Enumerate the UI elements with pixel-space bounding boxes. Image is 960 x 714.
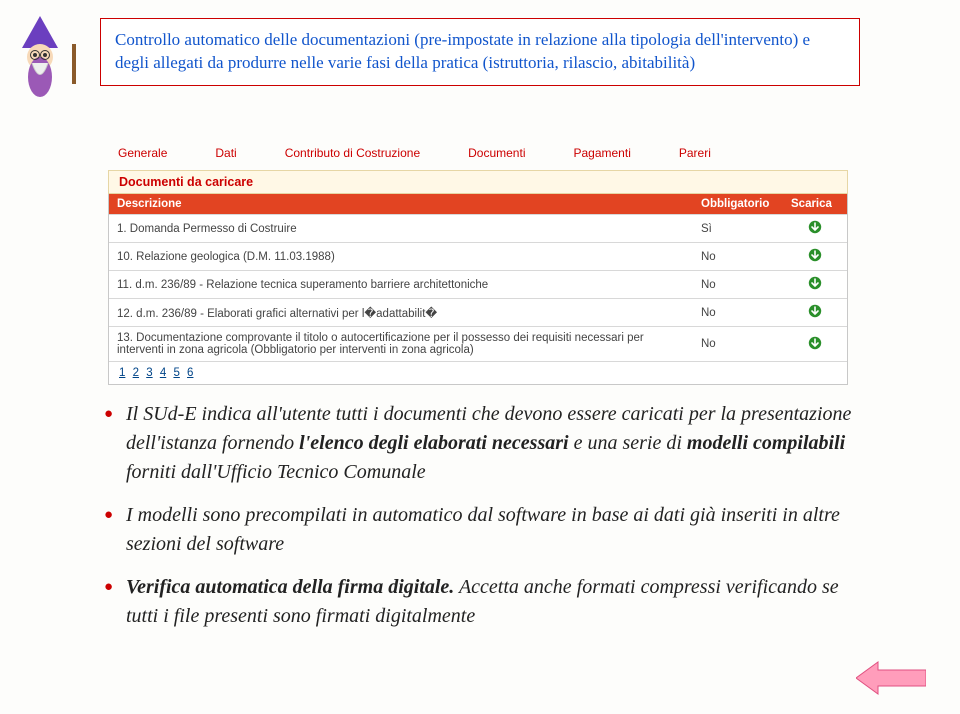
col-obbligatorio: Obbligatorio [693, 194, 783, 215]
table-row: 10. Relazione geologica (D.M. 11.03.1988… [109, 243, 847, 271]
tab-generale[interactable]: Generale [118, 146, 167, 160]
bullet-1-bold-d: modelli compilabili [687, 432, 845, 454]
bullet-1-bold-b: l'elenco degli elaborati necessari [299, 432, 568, 454]
cell-scarica[interactable] [783, 271, 847, 299]
bullet-3: Verifica automatica della firma digitale… [100, 573, 860, 631]
cell-scarica[interactable] [783, 327, 847, 362]
cell-obbligatorio: No [693, 271, 783, 299]
section-title: Documenti da caricare [108, 170, 848, 194]
page-2[interactable]: 2 [133, 367, 139, 379]
cell-obbligatorio: Sì [693, 215, 783, 243]
table-row: 11. d.m. 236/89 - Relazione tecnica supe… [109, 271, 847, 299]
tab-pareri[interactable]: Pareri [679, 146, 711, 160]
tab-contributo[interactable]: Contributo di Costruzione [285, 146, 420, 160]
bullet-1: Il SUd-E indica all'utente tutti i docum… [100, 400, 860, 487]
cell-obbligatorio: No [693, 327, 783, 362]
page-3[interactable]: 3 [146, 367, 152, 379]
download-icon[interactable] [808, 304, 822, 318]
cell-scarica[interactable] [783, 243, 847, 271]
back-arrow-icon[interactable] [856, 660, 926, 696]
page-1[interactable]: 1 [119, 367, 125, 379]
callout-text: Controllo automatico delle documentazion… [115, 29, 845, 75]
page-5[interactable]: 5 [173, 367, 179, 379]
cell-scarica[interactable] [783, 299, 847, 327]
download-icon[interactable] [808, 276, 822, 290]
cell-descrizione: 12. d.m. 236/89 - Elaborati grafici alte… [109, 299, 693, 327]
tab-documenti[interactable]: Documenti [468, 146, 525, 160]
cell-descrizione: 1. Domanda Permesso di Costruire [109, 215, 693, 243]
bullet-1-part-e: forniti dall'Ufficio Tecnico Comunale [126, 461, 426, 483]
cell-obbligatorio: No [693, 243, 783, 271]
col-scarica: Scarica [783, 194, 847, 215]
table-row: 13. Documentazione comprovante il titolo… [109, 327, 847, 362]
tab-dati[interactable]: Dati [215, 146, 236, 160]
table-row: 12. d.m. 236/89 - Elaborati grafici alte… [109, 299, 847, 327]
tab-row: Generale Dati Contributo di Costruzione … [108, 138, 848, 170]
docs-table-wrap: Descrizione Obbligatorio Scarica 1. Doma… [108, 194, 848, 385]
body-text: Il SUd-E indica all'utente tutti i docum… [100, 400, 860, 645]
cell-scarica[interactable] [783, 215, 847, 243]
col-descrizione: Descrizione [109, 194, 693, 215]
cell-obbligatorio: No [693, 299, 783, 327]
docs-table: Descrizione Obbligatorio Scarica 1. Doma… [109, 194, 847, 361]
bullet-3-bold: Verifica automatica della firma digitale… [126, 576, 454, 598]
cell-descrizione: 10. Relazione geologica (D.M. 11.03.1988… [109, 243, 693, 271]
cell-descrizione: 11. d.m. 236/89 - Relazione tecnica supe… [109, 271, 693, 299]
download-icon[interactable] [808, 220, 822, 234]
callout-box: Controllo automatico delle documentazion… [100, 18, 860, 86]
app-screenshot: Generale Dati Contributo di Costruzione … [108, 138, 848, 385]
tab-pagamenti[interactable]: Pagamenti [573, 146, 630, 160]
page-6[interactable]: 6 [187, 367, 193, 379]
page-4[interactable]: 4 [160, 367, 166, 379]
bullet-2: I modelli sono precompilati in automatic… [100, 501, 860, 559]
table-row: 1. Domanda Permesso di CostruireSì [109, 215, 847, 243]
download-icon[interactable] [808, 248, 822, 262]
bullet-1-part-c: e una serie di [569, 432, 687, 454]
download-icon[interactable] [808, 336, 822, 350]
wizard-icon [10, 14, 92, 104]
cell-descrizione: 13. Documentazione comprovante il titolo… [109, 327, 693, 362]
pager: 1 2 3 4 5 6 [109, 361, 847, 384]
